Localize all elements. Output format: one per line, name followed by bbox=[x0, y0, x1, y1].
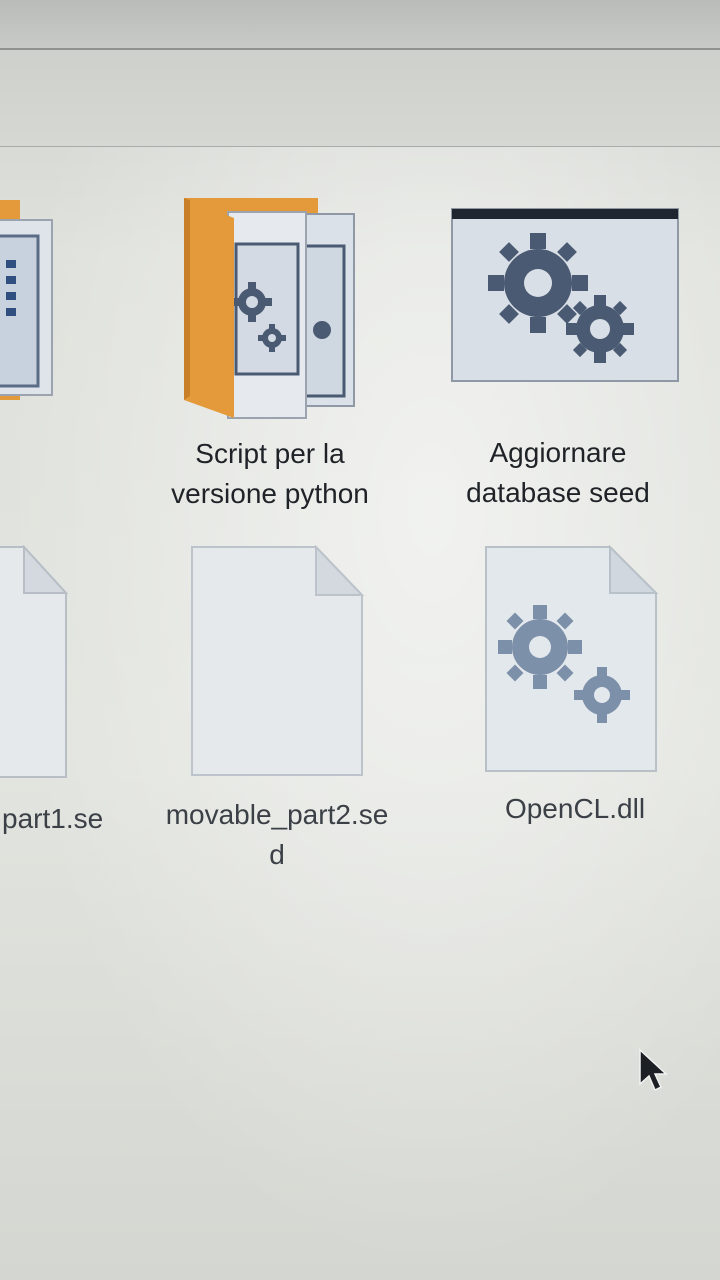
file-item-label: movable_part2.se d bbox=[165, 799, 389, 870]
file-item-script-folder[interactable]: Script per la versione python bbox=[150, 190, 390, 520]
file-item-label: part1.se bbox=[2, 803, 104, 834]
file-item-part1[interactable]: part1.se bbox=[0, 545, 120, 845]
application-icon bbox=[450, 205, 682, 385]
file-item-label: Script per la versione python bbox=[171, 438, 369, 509]
toolbar-strip bbox=[0, 50, 720, 147]
file-item-label: OpenCL.dll bbox=[504, 793, 646, 824]
file-icon bbox=[0, 545, 70, 781]
window-top-bar bbox=[0, 0, 720, 50]
file-explorer-view: s bbox=[0, 0, 720, 1280]
dll-file-icon bbox=[482, 545, 662, 775]
file-item-left-folder[interactable]: s bbox=[0, 190, 60, 490]
file-icon bbox=[188, 545, 368, 779]
file-item-movable-part2[interactable]: movable_part2.se d bbox=[150, 545, 420, 885]
file-item-label: Aggiornare database seed bbox=[466, 437, 650, 508]
mouse-cursor-icon bbox=[638, 1048, 670, 1092]
folder-icon bbox=[0, 190, 60, 410]
folder-icon bbox=[180, 190, 360, 420]
file-item-opencl-dll[interactable]: OpenCL.dll bbox=[470, 545, 680, 835]
file-item-aggiornare-database-seed[interactable]: Aggiornare database seed bbox=[450, 205, 690, 525]
